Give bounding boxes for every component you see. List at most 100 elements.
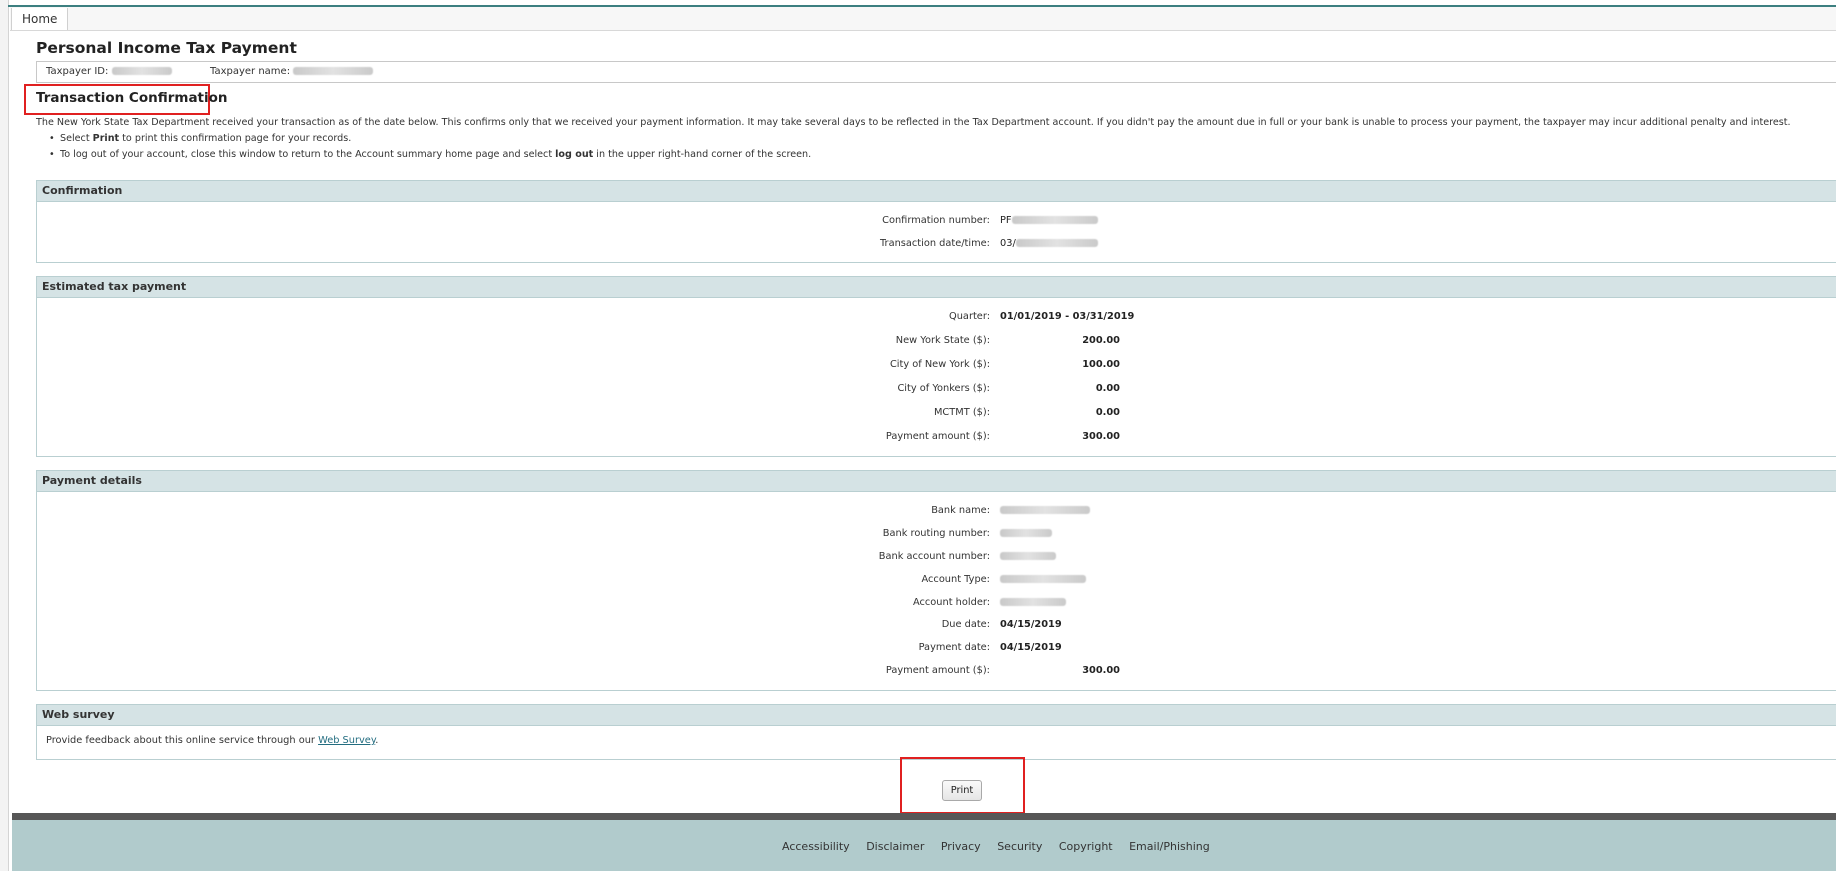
- nys-row: New York State ($): 200.00: [37, 335, 1237, 351]
- redacted-account-holder: [1000, 598, 1066, 606]
- footer-link-accessibility[interactable]: Accessibility: [782, 840, 850, 853]
- estimated-payment-row: Payment amount ($): 300.00: [37, 431, 1237, 447]
- payment-date-row: Payment date: 04/15/2019: [37, 642, 1237, 658]
- intro-text: The New York State Tax Department receiv…: [36, 117, 1791, 128]
- confirmation-number-label: Confirmation number:: [882, 215, 990, 226]
- transaction-datetime-prefix: 03/: [1000, 238, 1016, 249]
- routing-label: Bank routing number:: [882, 528, 990, 539]
- redacted-routing-number: [1000, 529, 1052, 537]
- account-number-label: Bank account number:: [878, 551, 990, 562]
- instruction-bold: Print: [92, 133, 120, 144]
- footer-link-privacy[interactable]: Privacy: [941, 840, 981, 853]
- bank-name-label: Bank name:: [931, 505, 990, 516]
- account-holder-row: Account holder:: [37, 597, 1237, 613]
- due-date-label: Due date:: [941, 619, 990, 630]
- details-amount-label: Payment amount ($):: [885, 665, 990, 676]
- instruction-text: Select: [60, 133, 93, 144]
- transaction-datetime-label: Transaction date/time:: [880, 238, 990, 249]
- web-survey-section: Web survey Provide feedback about this o…: [36, 704, 1836, 760]
- confirmation-number-value: PF: [1000, 215, 1098, 226]
- instruction-text: in the upper right-hand corner of the sc…: [593, 149, 812, 160]
- tab-bar: [10, 7, 1836, 31]
- mctmt-label: MCTMT ($):: [933, 407, 990, 418]
- footer-link-disclaimer[interactable]: Disclaimer: [866, 840, 924, 853]
- web-survey-period: .: [375, 735, 379, 746]
- footer-links: Accessibility Disclaimer Privacy Securit…: [782, 840, 1223, 853]
- redacted-confirmation-number: [1011, 216, 1098, 224]
- confirmation-number-row: Confirmation number: PF: [37, 215, 1237, 231]
- yonkers-label: City of Yonkers ($):: [897, 383, 990, 394]
- redacted-taxpayer-id: [111, 67, 172, 75]
- nys-value: 200.00: [1082, 335, 1120, 346]
- footer-link-email-phishing[interactable]: Email/Phishing: [1129, 840, 1210, 853]
- instruction-text: to print this confirmation page for your…: [119, 133, 352, 144]
- web-survey-prompt: Provide feedback about this online servi…: [46, 735, 319, 746]
- account-holder-label: Account holder:: [913, 597, 990, 608]
- due-date-row: Due date: 04/15/2019: [37, 619, 1237, 635]
- instruction-text: To log out of your account, close this w…: [60, 149, 556, 160]
- taxpayer-name: Taxpayer name:: [210, 66, 374, 77]
- quarter-value: 01/01/2019 - 03/31/2019: [1000, 311, 1135, 322]
- redacted-account-number: [1000, 552, 1056, 560]
- payment-details-section: Payment details Bank name: Bank routing …: [36, 470, 1836, 691]
- account-type-value: [1000, 574, 1086, 585]
- details-amount-value: 300.00: [1082, 665, 1120, 676]
- account-number-value: [1000, 551, 1056, 562]
- yonkers-row: City of Yonkers ($): 0.00: [37, 383, 1237, 399]
- footer-link-security[interactable]: Security: [997, 840, 1042, 853]
- confirmation-section: Confirmation Confirmation number: PF Tra…: [36, 180, 1836, 263]
- due-date-value: 04/15/2019: [1000, 619, 1062, 630]
- mctmt-value: 0.00: [1095, 407, 1120, 418]
- transaction-confirmation-title: Transaction Confirmation: [36, 90, 228, 106]
- bank-name-value: [1000, 505, 1090, 516]
- account-number-row: Bank account number:: [37, 551, 1237, 567]
- estimated-payment-value: 300.00: [1082, 431, 1120, 442]
- web-survey-link[interactable]: Web Survey: [318, 735, 375, 746]
- routing-row: Bank routing number:: [37, 528, 1237, 544]
- footer-link-copyright[interactable]: Copyright: [1059, 840, 1113, 853]
- bank-name-row: Bank name:: [37, 505, 1237, 521]
- routing-value: [1000, 528, 1052, 539]
- web-survey-text: Provide feedback about this online servi…: [46, 735, 378, 746]
- redacted-account-type: [1000, 575, 1086, 583]
- quarter-row: Quarter: 01/01/2019 - 03/31/2019: [37, 311, 1237, 327]
- account-holder-value: [1000, 597, 1066, 608]
- taxpayer-name-label: Taxpayer name:: [210, 66, 291, 77]
- taxpayer-id: Taxpayer ID:: [46, 66, 172, 77]
- redacted-taxpayer-name: [293, 67, 374, 75]
- redacted-bank-name: [1000, 506, 1090, 514]
- payment-date-value: 04/15/2019: [1000, 642, 1062, 653]
- web-survey-header: Web survey: [37, 705, 1836, 726]
- payment-details-header: Payment details: [37, 471, 1836, 492]
- left-edge: [0, 0, 9, 871]
- taxpayer-bar: Taxpayer ID: Taxpayer name:: [36, 61, 1836, 83]
- confirmation-header: Confirmation: [37, 181, 1836, 202]
- transaction-datetime-value: 03/: [1000, 238, 1098, 249]
- estimated-tax-section: Estimated tax payment Quarter: 01/01/201…: [36, 276, 1836, 457]
- print-button[interactable]: Print: [942, 780, 982, 801]
- footer-divider: [12, 813, 1836, 820]
- transaction-datetime-row: Transaction date/time: 03/: [37, 238, 1237, 254]
- instruction-print: Select Print to print this confirmation …: [49, 132, 811, 148]
- redacted-transaction-datetime: [1015, 239, 1098, 247]
- account-type-row: Account Type:: [37, 574, 1237, 590]
- footer: Accessibility Disclaimer Privacy Securit…: [12, 820, 1836, 871]
- instruction-bold: log out: [555, 149, 594, 160]
- nyc-label: City of New York ($):: [889, 359, 990, 370]
- estimated-payment-label: Payment amount ($):: [885, 431, 990, 442]
- instruction-list: Select Print to print this confirmation …: [49, 132, 812, 164]
- taxpayer-id-label: Taxpayer ID:: [46, 66, 109, 77]
- tab-home[interactable]: Home: [11, 8, 69, 30]
- estimated-tax-header: Estimated tax payment: [37, 277, 1836, 298]
- details-amount-row: Payment amount ($): 300.00: [37, 665, 1237, 681]
- instruction-logout: To log out of your account, close this w…: [49, 148, 812, 164]
- yonkers-value: 0.00: [1095, 383, 1120, 394]
- payment-date-label: Payment date:: [918, 642, 990, 653]
- confirmation-number-prefix: PF: [1000, 215, 1012, 226]
- account-type-label: Account Type:: [921, 574, 990, 585]
- page-title: Personal Income Tax Payment: [36, 39, 297, 57]
- nyc-value: 100.00: [1082, 359, 1120, 370]
- nys-label: New York State ($):: [895, 335, 990, 346]
- quarter-label: Quarter:: [949, 311, 990, 322]
- nyc-row: City of New York ($): 100.00: [37, 359, 1237, 375]
